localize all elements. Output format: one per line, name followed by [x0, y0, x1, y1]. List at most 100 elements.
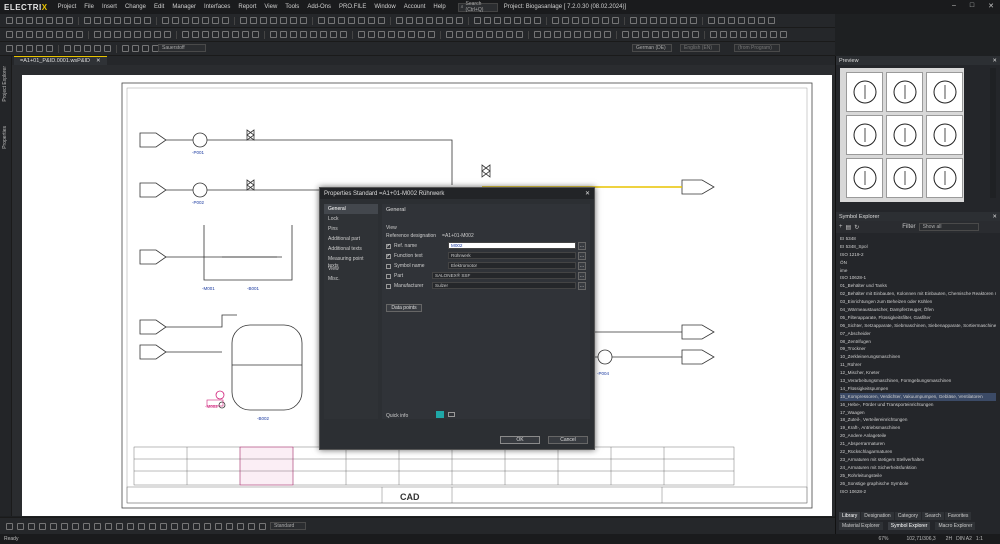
drawing-canvas[interactable]: -P001 -P002 -B001 -B002 -P004 -M001 -M00…	[12, 65, 835, 516]
symbol-tree-item[interactable]: 22_Rückschlagarmaturen	[840, 448, 996, 456]
toolbar-tool-icon[interactable]	[172, 17, 179, 24]
bottom-tool-icon[interactable]	[61, 522, 68, 530]
toolbar-tool-icon[interactable]	[552, 17, 559, 24]
toolbar-tool-icon[interactable]	[406, 17, 413, 24]
symbol-tree-item[interactable]: 08_Zentrifugen	[840, 338, 996, 346]
toolbar-tool-icon[interactable]	[16, 17, 23, 24]
toolbar-tool-icon[interactable]	[768, 17, 775, 24]
toolbar-tool-icon[interactable]	[652, 31, 659, 38]
toolbar-tool-icon[interactable]	[122, 45, 129, 52]
toolbar-tool-icon[interactable]	[16, 45, 23, 52]
menu-change[interactable]: Change	[121, 4, 150, 10]
symbol-tree-item[interactable]: EI 5348	[840, 235, 996, 243]
toolbar-tool-icon[interactable]	[670, 17, 677, 24]
toolbar-tool-icon[interactable]	[446, 31, 453, 38]
project-language-select[interactable]: (from Program)	[734, 44, 780, 52]
dialog-nav-lock[interactable]: Lock	[324, 214, 378, 224]
toolbar-tool-icon[interactable]	[554, 31, 561, 38]
toolbar-tool-icon[interactable]	[290, 31, 297, 38]
symbol-tree-item[interactable]: 25_Rohrleitungsteile	[840, 472, 996, 480]
prop-edit-button[interactable]: …	[578, 272, 586, 280]
toolbar-tool-icon[interactable]	[640, 17, 647, 24]
preview-symbol-round[interactable]	[846, 158, 883, 198]
toolbar-tool-icon[interactable]	[330, 31, 337, 38]
bottom-tool-icon[interactable]	[17, 522, 24, 530]
symbol-tree-item[interactable]: 07_Abscheider	[840, 330, 996, 338]
toolbar-tool-icon[interactable]	[602, 17, 609, 24]
toolbar-tool-icon[interactable]	[212, 17, 219, 24]
toolbar-tool-icon[interactable]	[484, 17, 491, 24]
toolbar-tool-icon[interactable]	[418, 31, 425, 38]
tab-properties[interactable]: Properties	[2, 126, 8, 149]
toolbar-tool-icon[interactable]	[398, 31, 405, 38]
prop-value-field[interactable]: Elektromotor	[448, 262, 576, 269]
toolbar-tool-icon[interactable]	[358, 17, 365, 24]
add-icon[interactable]: +	[839, 224, 843, 230]
bottom-tool-icon[interactable]	[6, 522, 13, 530]
toolbar-tool-icon[interactable]	[388, 31, 395, 38]
toolbar-tool-icon[interactable]	[672, 31, 679, 38]
toolbar-tool-icon[interactable]	[692, 31, 699, 38]
toolbar-tool-icon[interactable]	[76, 31, 83, 38]
preview-symbol-circle[interactable]	[926, 158, 963, 198]
menu-edit[interactable]: Edit	[150, 4, 168, 10]
toolbar-tool-icon[interactable]	[544, 31, 551, 38]
toolbar-tool-icon[interactable]	[650, 17, 657, 24]
tab-search[interactable]: Search	[922, 512, 944, 520]
toolbar-tool-icon[interactable]	[584, 31, 591, 38]
bottom-tool-icon[interactable]	[138, 522, 145, 530]
toolbar-tool-icon[interactable]	[300, 31, 307, 38]
toolbar-tool-icon[interactable]	[622, 31, 629, 38]
toolbar-tool-icon[interactable]	[162, 17, 169, 24]
toolbar-tool-icon[interactable]	[718, 17, 725, 24]
toolbar-tool-icon[interactable]	[456, 17, 463, 24]
toolbar-tool-icon[interactable]	[368, 31, 375, 38]
toolbar-tool-icon[interactable]	[64, 45, 71, 52]
bottom-tool-icon[interactable]	[50, 522, 57, 530]
dialog-nav-view[interactable]: View	[324, 264, 378, 274]
toolbar-tool-icon[interactable]	[310, 31, 317, 38]
symbol-tree-item[interactable]: 03_Einrichtungen zum Beheizen oder Kühle…	[840, 298, 996, 306]
toolbar-tool-icon[interactable]	[114, 17, 121, 24]
quick-info-toggle[interactable]	[448, 412, 455, 417]
toolbar-tool-icon[interactable]	[426, 17, 433, 24]
toolbar-tool-icon[interactable]	[144, 31, 151, 38]
menu-pro-file[interactable]: PRO.FILE	[335, 4, 370, 10]
menu-tools[interactable]: Tools	[281, 4, 303, 10]
toolbar-tool-icon[interactable]	[300, 17, 307, 24]
bottom-tool-icon[interactable]	[72, 522, 79, 530]
toolbar-tool-icon[interactable]	[416, 17, 423, 24]
toolbar-tool-icon[interactable]	[250, 17, 257, 24]
toolbar-tool-icon[interactable]	[290, 17, 297, 24]
symbol-tree-item[interactable]: 23_Armaturen mit stetigem Stellverhalten	[840, 456, 996, 464]
toolbar-tool-icon[interactable]	[56, 17, 63, 24]
toolbar-tool-icon[interactable]	[104, 45, 111, 52]
toolbar-tool-icon[interactable]	[632, 31, 639, 38]
toolbar-tool-icon[interactable]	[564, 31, 571, 38]
document-tab[interactable]: =A1+01_P&ID.0001.wsP&ID ✕	[14, 56, 107, 65]
prop-value-field[interactable]: M002	[448, 242, 576, 249]
toolbar-tool-icon[interactable]	[506, 31, 513, 38]
menu-project[interactable]: Project	[54, 4, 81, 10]
symbol-tree-item[interactable]: 01_Behälter und Tanks	[840, 282, 996, 290]
symbol-tree-item[interactable]: ISO 10628-2	[840, 488, 996, 496]
toolbar-tool-icon[interactable]	[504, 17, 511, 24]
toolbar-tool-icon[interactable]	[486, 31, 493, 38]
symbol-tree-item[interactable]: ime	[840, 267, 996, 275]
menu-view[interactable]: View	[260, 4, 281, 10]
cancel-button[interactable]: Cancel	[548, 436, 588, 444]
bottom-tool-icon[interactable]	[94, 522, 101, 530]
toolbar-tool-icon[interactable]	[318, 17, 325, 24]
bottom-tool-icon[interactable]	[193, 522, 200, 530]
bottom-tool-icon[interactable]	[171, 522, 178, 530]
toolbar-tool-icon[interactable]	[594, 31, 601, 38]
symbol-explorer-close-icon[interactable]: ✕	[992, 214, 997, 220]
bottom-tool-icon[interactable]	[215, 522, 222, 530]
tab-macro-explorer[interactable]: Macro Explorer	[935, 522, 976, 530]
toolbar-tool-icon[interactable]	[252, 31, 259, 38]
language2-select[interactable]: English (EN)	[680, 44, 720, 52]
prop-edit-button[interactable]: …	[578, 262, 586, 270]
toolbar-tool-icon[interactable]	[94, 17, 101, 24]
toolbar-tool-icon[interactable]	[750, 31, 757, 38]
dialog-nav-misc-[interactable]: Misc.	[324, 274, 378, 284]
